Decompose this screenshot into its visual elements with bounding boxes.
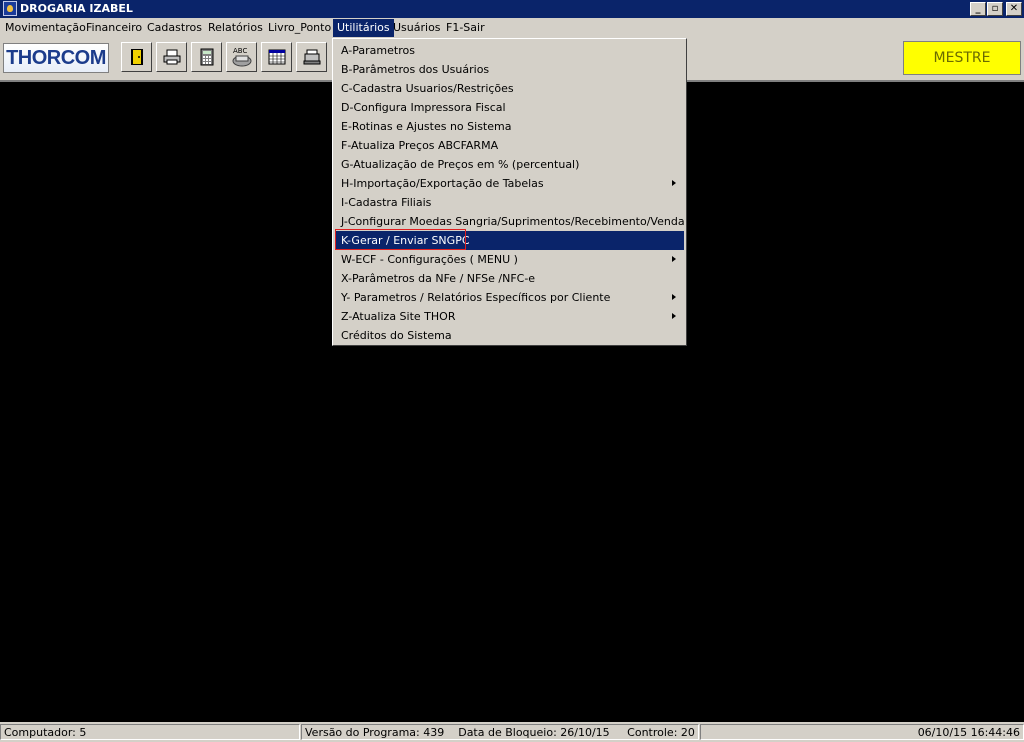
menu-item-importacao-exportacao[interactable]: H-Importação/Exportação de Tabelas	[335, 174, 684, 193]
status-info-panel: Versão do Programa: 439 Data de Bloqueio…	[301, 724, 699, 740]
menu-item-relatorios-cliente[interactable]: Y- Parametros / Relatórios Específicos p…	[335, 288, 684, 307]
menu-item-configurar-moedas[interactable]: J-Configurar Moedas Sangria/Suprimentos/…	[335, 212, 727, 231]
minimize-button[interactable]: _	[970, 2, 986, 16]
cash-register-icon	[303, 49, 320, 65]
menu-item-rotinas-ajustes[interactable]: E-Rotinas e Ajustes no Sistema	[335, 117, 684, 136]
menu-item-label: Y- Parametros / Relatórios Específicos p…	[341, 291, 611, 304]
menu-movimentacao[interactable]: Movimentação	[1, 19, 90, 37]
svg-text:ABC: ABC	[233, 47, 247, 55]
menu-item-label: G-Atualização de Preços em % (percentual…	[341, 158, 580, 171]
menu-item-label: C-Cadastra Usuarios/Restrições	[341, 82, 514, 95]
submenu-arrow-icon	[672, 294, 676, 300]
print-button[interactable]	[156, 42, 187, 72]
window-title: DROGARIA IZABEL	[20, 2, 133, 15]
menu-f1-sair[interactable]: F1-Sair	[442, 19, 489, 37]
menu-item-atualiza-abcfarma[interactable]: F-Atualiza Preços ABCFARMA	[335, 136, 684, 155]
menu-financeiro[interactable]: Financeiro	[82, 19, 146, 37]
menu-item-parametros-usuarios[interactable]: B-Parâmetros dos Usuários	[335, 60, 684, 79]
status-computer: Computador: 5	[0, 724, 300, 740]
restore-button[interactable]: ▫	[987, 2, 1003, 16]
menu-item-label: B-Parâmetros dos Usuários	[341, 63, 490, 76]
menu-item-label: Créditos do Sistema	[341, 329, 452, 342]
menu-item-cadastra-usuarios[interactable]: C-Cadastra Usuarios/Restrições	[335, 79, 684, 98]
menu-item-label: D-Configura Impressora Fiscal	[341, 101, 506, 114]
menu-item-label: F-Atualiza Preços ABCFARMA	[341, 139, 499, 152]
status-control: Controle: 20	[627, 726, 695, 739]
menu-item-gerar-enviar-sngpc[interactable]: K-Gerar / Enviar SNGPC	[335, 231, 684, 250]
menu-item-parametros[interactable]: A-Parametros	[335, 41, 684, 60]
menu-relatorios[interactable]: Relatórios	[204, 19, 267, 37]
menu-item-parametros-nfe[interactable]: X-Parâmetros da NFe / NFSe /NFC-e	[335, 269, 684, 288]
menu-item-creditos[interactable]: Créditos do Sistema	[335, 326, 684, 345]
spellcheck-button[interactable]: ABC	[226, 42, 257, 72]
calculator-button[interactable]	[191, 42, 222, 72]
user-badge: MESTRE	[903, 41, 1021, 75]
menu-item-atualiza-site-thor[interactable]: Z-Atualiza Site THOR	[335, 307, 684, 326]
menu-item-label: W-ECF - Configurações ( MENU )	[341, 253, 518, 266]
submenu-arrow-icon	[672, 313, 676, 319]
logo-text: THORCOM	[6, 47, 106, 69]
close-button[interactable]: ✕	[1006, 2, 1022, 16]
app-icon[interactable]	[3, 1, 17, 16]
status-bar: Computador: 5 Versão do Programa: 439 Da…	[0, 722, 1024, 742]
menu-item-cadastra-filiais[interactable]: I-Cadastra Filiais	[335, 193, 684, 212]
cash-register-button[interactable]	[296, 42, 327, 72]
menu-item-label: X-Parâmetros da NFe / NFSe /NFC-e	[341, 272, 536, 285]
menu-utilitarios[interactable]: Utilitários	[333, 19, 394, 37]
menu-item-label: Z-Atualiza Site THOR	[341, 310, 456, 323]
title-bar: DROGARIA IZABEL _ ▫ ✕	[0, 0, 1024, 18]
submenu-arrow-icon	[672, 256, 676, 262]
menu-usuarios[interactable]: Usuários	[389, 19, 445, 37]
exit-door-icon	[130, 49, 143, 65]
calculator-icon	[200, 48, 213, 66]
exit-button[interactable]	[121, 42, 152, 72]
menu-item-label: E-Rotinas e Ajustes no Sistema	[341, 120, 512, 133]
menu-item-label: J-Configurar Moedas Sangria/Suprimentos/…	[341, 215, 728, 228]
menu-cadastros[interactable]: Cadastros	[143, 19, 206, 37]
status-datetime: 06/10/15 16:44:46	[700, 724, 1024, 740]
printer-icon	[163, 49, 180, 65]
menu-item-label: H-Importação/Exportação de Tabelas	[341, 177, 544, 190]
menu-item-label: A-Parametros	[341, 44, 415, 57]
menu-item-atualizacao-percentual[interactable]: G-Atualização de Preços em % (percentual…	[335, 155, 684, 174]
abc-spellcheck-icon: ABC	[232, 47, 251, 67]
menu-item-configura-impressora[interactable]: D-Configura Impressora Fiscal	[335, 98, 684, 117]
menu-livro-ponto[interactable]: Livro_Ponto	[264, 19, 335, 37]
calendar-icon	[268, 49, 285, 65]
thorcom-logo: THORCOM	[3, 43, 109, 73]
status-version: Versão do Programa: 439	[305, 726, 445, 739]
menu-item-ecf-configuracoes[interactable]: W-ECF - Configurações ( MENU )	[335, 250, 684, 269]
menu-bar: Movimentação Financeiro Cadastros Relató…	[0, 18, 1024, 38]
menu-item-label: I-Cadastra Filiais	[341, 196, 432, 209]
submenu-arrow-icon	[672, 180, 676, 186]
menu-item-label: K-Gerar / Enviar SNGPC	[341, 234, 470, 247]
status-block-date: Data de Bloqueio: 26/10/15	[458, 726, 610, 739]
calendar-button[interactable]	[261, 42, 292, 72]
utilitarios-dropdown: A-Parametros B-Parâmetros dos Usuários C…	[332, 38, 727, 346]
